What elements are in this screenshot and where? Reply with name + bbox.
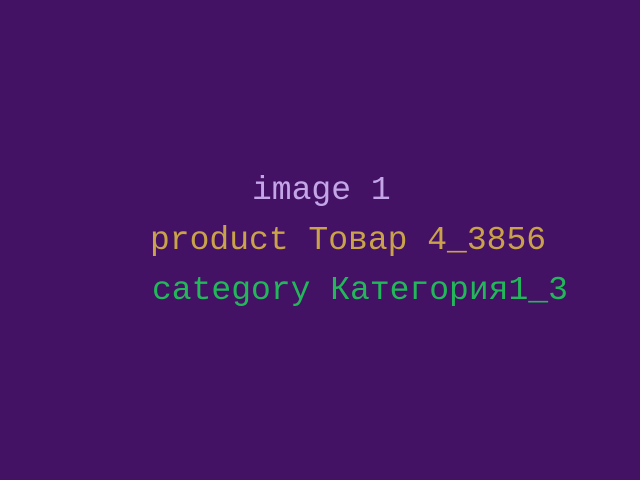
product-text: product Товар 4_3856 xyxy=(150,222,547,259)
canvas: image 1 product Товар 4_3856 category Ка… xyxy=(0,0,640,480)
image-label: image 1 xyxy=(252,172,391,209)
category-text: category Категория1_3 xyxy=(152,272,568,309)
